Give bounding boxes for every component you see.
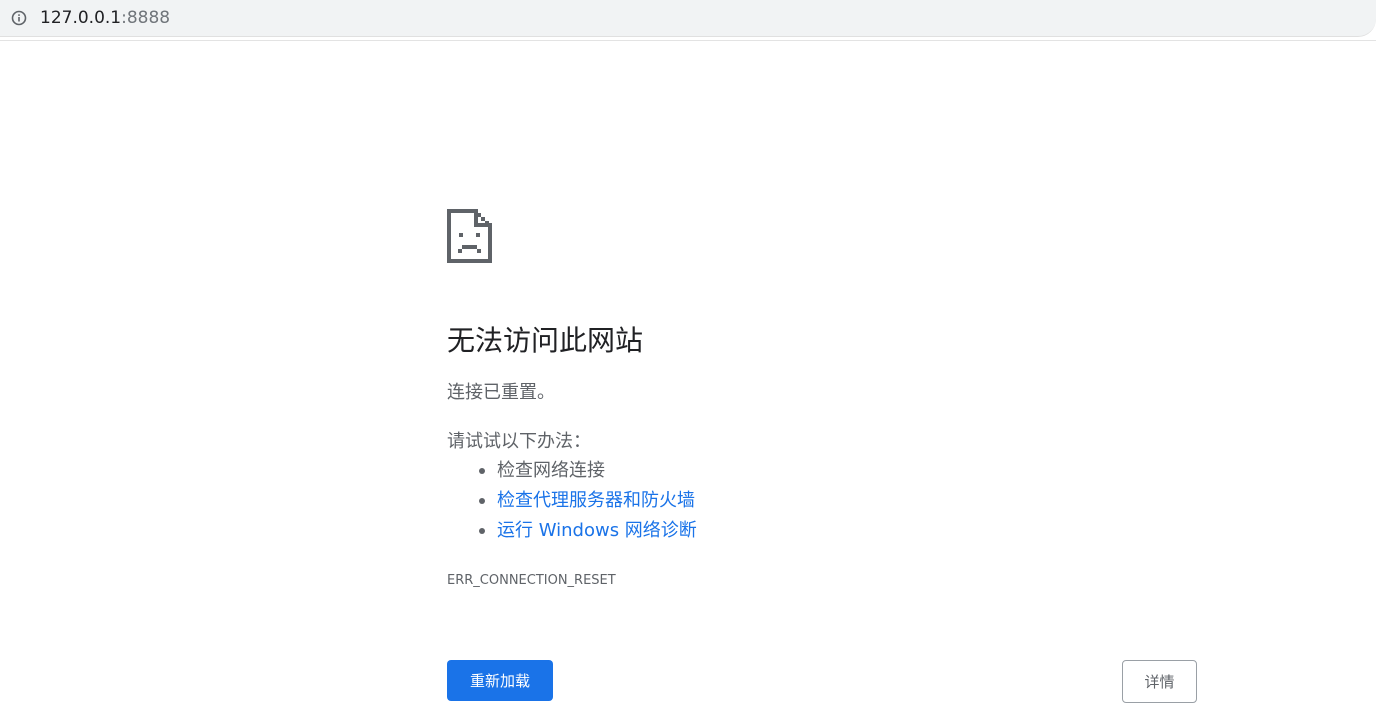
bullet-icon [479, 528, 485, 534]
page-title: 无法访问此网站 [447, 324, 644, 357]
address-bar-divider [0, 40, 1376, 41]
sad-page-icon [447, 209, 492, 263]
info-icon[interactable] [11, 10, 27, 26]
suggestion-check-network: 检查网络连接 [447, 459, 697, 489]
suggestion-label: 检查网络连接 [497, 460, 605, 481]
windows-diagnostics-link[interactable]: 运行 Windows 网络诊断 [497, 520, 697, 541]
error-code: ERR_CONNECTION_RESET [447, 573, 616, 588]
suggestions-title: 请试试以下办法： [447, 431, 591, 452]
error-subtitle: 连接已重置。 [447, 382, 555, 403]
reload-button[interactable]: 重新加载 [447, 660, 553, 701]
suggestion-check-proxy[interactable]: 检查代理服务器和防火墙 [447, 489, 697, 519]
suggestion-windows-diagnostics[interactable]: 运行 Windows 网络诊断 [447, 519, 697, 549]
url-port: :8888 [121, 8, 171, 28]
suggestions-list: 检查网络连接 检查代理服务器和防火墙 运行 Windows 网络诊断 [447, 459, 697, 549]
address-bar[interactable]: 127.0.0.1:8888 [0, 0, 1376, 37]
url-host: 127.0.0.1 [40, 8, 122, 28]
details-button[interactable]: 详情 [1122, 660, 1197, 703]
check-proxy-link[interactable]: 检查代理服务器和防火墙 [497, 490, 695, 511]
url-text[interactable]: 127.0.0.1:8888 [40, 7, 170, 29]
bullet-icon [479, 498, 485, 504]
bullet-icon [479, 468, 485, 474]
